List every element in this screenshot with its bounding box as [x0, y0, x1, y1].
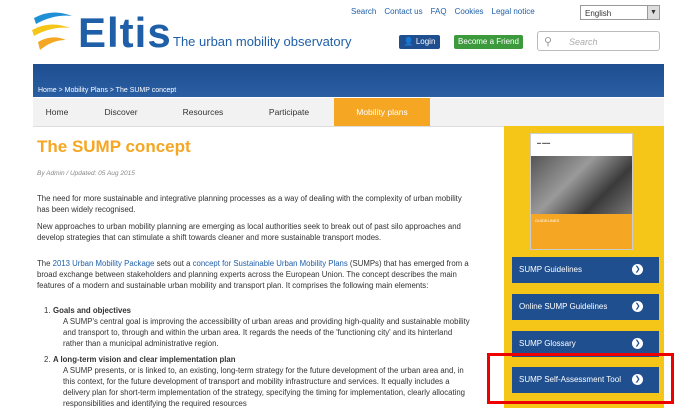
button-label: SUMP Glossary — [519, 339, 576, 348]
list-heading: A long-term vision and clear implementat… — [53, 355, 236, 364]
cookies-link[interactable]: Cookies — [455, 7, 484, 16]
search-icon: ⚲ — [544, 36, 553, 48]
page-title: The SUMP concept — [37, 137, 191, 156]
list-body: A SUMP's central goal is improving the a… — [63, 317, 470, 348]
nav-participate[interactable]: Participate — [253, 98, 325, 126]
list-item: 2. A long-term vision and clear implemen… — [44, 354, 471, 409]
paragraph-1: The need for more sustainable and integr… — [37, 194, 462, 214]
list-heading: Goals and objectives — [53, 306, 131, 315]
chevron-right-icon: ❯ — [632, 338, 643, 349]
guidelines-cover-image[interactable]: ▬ ▬▬ GUIDELINES — [530, 133, 633, 250]
chevron-right-icon: ❯ — [632, 264, 643, 275]
search-input[interactable]: ⚲ Search — [537, 31, 660, 51]
list-number: 1. — [44, 306, 51, 315]
eltis-logo-icon — [32, 12, 72, 50]
cover-banner: GUIDELINES — [531, 214, 632, 249]
list-body: A SUMP presents, or is linked to, an exi… — [63, 366, 466, 408]
nav-resources[interactable]: Resources — [169, 98, 237, 126]
paragraph-2: New approaches to urban mobility plannin… — [37, 222, 461, 242]
search-placeholder: Search — [569, 37, 598, 47]
search-link[interactable]: Search — [351, 7, 376, 16]
chevron-right-icon: ❯ — [632, 301, 643, 312]
paragraph-3: The 2013 Urban Mobility Package sets out… — [37, 258, 472, 291]
button-label: SUMP Guidelines — [519, 265, 582, 274]
sump-concept-link[interactable]: concept for Sustainable Urban Mobility P… — [193, 259, 348, 268]
byline: By Admin / Updated: 05 Aug 2015 — [37, 170, 135, 177]
chevron-down-icon: ▼ — [647, 6, 659, 19]
become-friend-button[interactable]: Become a Friend — [454, 35, 523, 49]
p3-text-b: sets out a — [154, 259, 193, 268]
top-links: Search Contact us FAQ Cookies Legal noti… — [351, 7, 535, 16]
contact-link[interactable]: Contact us — [384, 7, 422, 16]
highlight-box — [487, 353, 674, 404]
p3-text-a: The — [37, 259, 53, 268]
cover-label: GUIDELINES — [535, 218, 560, 223]
list-number: 2. — [44, 355, 51, 364]
breadcrumb[interactable]: Home > Mobility Plans > The SUMP concept — [38, 87, 176, 94]
login-button[interactable]: 👤 Login — [399, 35, 440, 49]
sump-guidelines-button[interactable]: SUMP Guidelines ❯ — [512, 257, 659, 283]
nav-mobility-plans[interactable]: Mobility plans — [334, 98, 430, 126]
cover-header: ▬ ▬▬ — [537, 140, 551, 145]
main-nav: Home Discover Resources Participate Mobi… — [33, 98, 664, 127]
site-logo[interactable]: Eltis — [78, 10, 172, 56]
user-icon: 👤 — [403, 37, 414, 46]
cover-photo — [531, 156, 632, 214]
urban-mobility-package-link[interactable]: 2013 Urban Mobility Package — [53, 259, 155, 268]
login-label: Login — [415, 37, 436, 46]
language-select[interactable]: English ▼ — [580, 5, 660, 20]
site-tagline: The urban mobility observatory — [173, 34, 352, 49]
faq-link[interactable]: FAQ — [431, 7, 447, 16]
nav-discover[interactable]: Discover — [89, 98, 153, 126]
legal-notice-link[interactable]: Legal notice — [492, 7, 535, 16]
button-label: Online SUMP Guidelines — [519, 302, 608, 311]
list-item: 1. Goals and objectives A SUMP's central… — [44, 305, 471, 349]
language-value: English — [585, 9, 612, 18]
nav-home[interactable]: Home — [33, 98, 81, 126]
online-sump-guidelines-button[interactable]: Online SUMP Guidelines ❯ — [512, 294, 659, 320]
